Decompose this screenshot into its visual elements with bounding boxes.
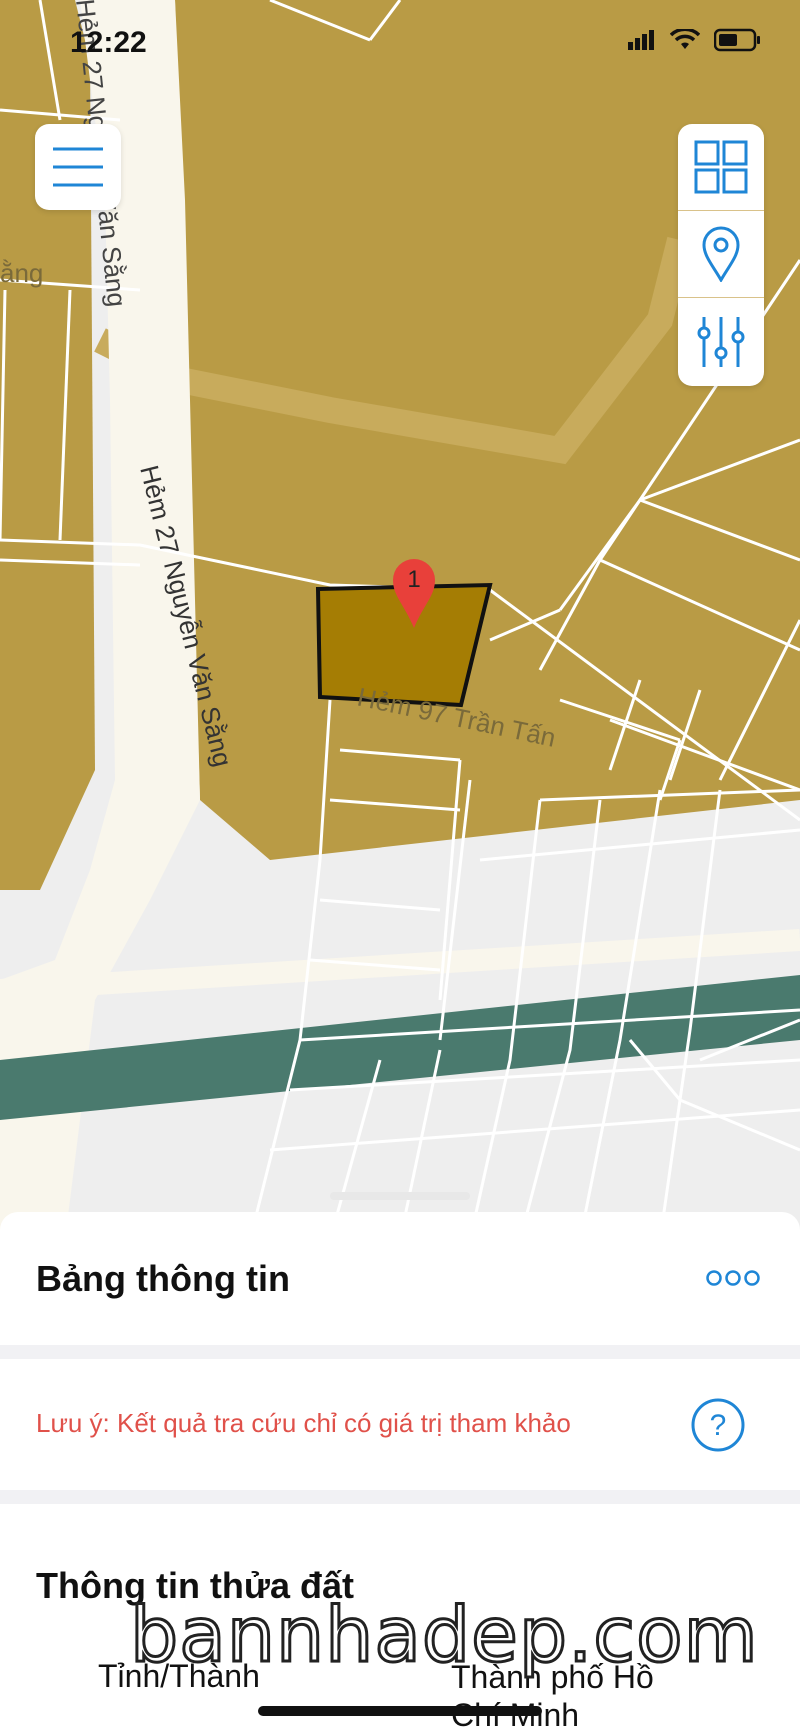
home-indicator — [258, 1706, 542, 1716]
question-circle-icon: ? — [691, 1398, 745, 1452]
battery-icon — [714, 28, 760, 52]
filter-sliders-icon — [697, 316, 745, 367]
sheet-drag-handle[interactable] — [330, 1192, 470, 1200]
location-pin-icon — [702, 226, 740, 282]
status-icons — [628, 28, 762, 52]
filter-button[interactable] — [678, 298, 764, 385]
svg-text:?: ? — [710, 1409, 727, 1442]
help-button[interactable]: ? — [690, 1397, 746, 1458]
street-label: ằng — [0, 258, 43, 288]
map-tool-panel — [678, 124, 764, 386]
cellular-signal-icon — [628, 30, 654, 50]
layers-button[interactable] — [678, 124, 764, 211]
location-button[interactable] — [678, 211, 764, 298]
more-dots-icon — [706, 1270, 760, 1286]
watermark-text: bannhadep.com — [129, 1589, 760, 1681]
more-options-button[interactable] — [706, 1268, 760, 1293]
sheet-title: Bảng thông tin — [36, 1258, 290, 1299]
map-marker-label: 1 — [407, 566, 420, 593]
grid-layers-icon — [694, 140, 748, 194]
divider — [0, 1345, 800, 1359]
status-time: 12:22 — [70, 26, 147, 59]
wifi-icon — [670, 29, 700, 49]
disclaimer-note: Lưu ý: Kết quả tra cứu chỉ có giá trị th… — [36, 1408, 571, 1438]
menu-button[interactable] — [35, 124, 121, 210]
divider — [0, 1490, 800, 1504]
hamburger-menu-icon — [53, 147, 103, 187]
